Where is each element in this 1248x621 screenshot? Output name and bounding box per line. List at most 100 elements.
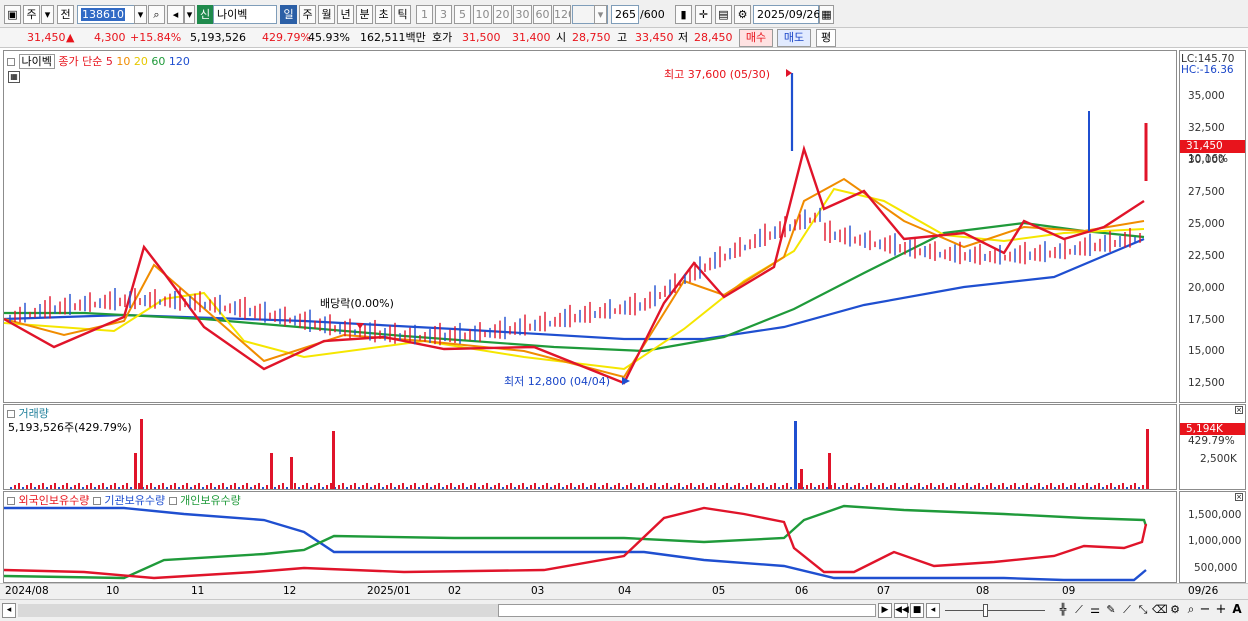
volume-bar	[522, 483, 524, 489]
volume-bar	[594, 483, 596, 489]
volume-bar	[42, 483, 44, 489]
volume-bar	[570, 483, 572, 489]
volume-bar	[322, 487, 324, 489]
tab-minute[interactable]: 분	[356, 5, 373, 24]
scroll-thumb[interactable]	[498, 604, 876, 617]
close-icon[interactable]: ×	[1235, 493, 1243, 501]
avg-button[interactable]: 평	[816, 29, 836, 47]
erase-icon[interactable]: ⌫	[1152, 603, 1168, 618]
speed-slider[interactable]	[945, 610, 1045, 611]
volume-bar	[634, 487, 636, 489]
last-volume-pct: 429.79%	[1188, 435, 1235, 447]
fibo-icon[interactable]: ⚌	[1088, 603, 1102, 618]
up-arrow-icon: ▲	[66, 31, 75, 44]
minute-10[interactable]: 10	[473, 5, 492, 24]
chevron-down-icon[interactable]: ▾	[184, 5, 195, 24]
volume-bar	[266, 485, 268, 489]
volume-bar	[242, 485, 244, 489]
crosshair-icon[interactable]: ✛	[695, 5, 712, 24]
tab-second[interactable]: 초	[375, 5, 392, 24]
chevron-down-icon[interactable]: ▾	[134, 5, 147, 24]
minute-1[interactable]: 1	[416, 5, 433, 24]
font-size-icon[interactable]: A	[1230, 603, 1244, 618]
buy-button[interactable]: 매수	[739, 29, 773, 47]
volume-bar	[934, 487, 936, 489]
zoom-icon[interactable]: ⌕	[1184, 603, 1198, 618]
zoom-out-icon[interactable]: −	[1198, 603, 1212, 618]
crosshair-icon[interactable]: ╬	[1056, 603, 1070, 618]
volume-bar	[1070, 485, 1072, 489]
calendar-icon[interactable]: ▦	[819, 5, 834, 24]
volume-bar	[234, 483, 236, 489]
chart-toolbar: ▣ 주 ▾ 전 138610 ▾ ⌕ ◂ ▾ 신 나이벡 일 주 월 년 분 초…	[0, 0, 1248, 28]
volume-spike-bar	[1146, 429, 1149, 489]
settings-icon[interactable]: ⚙	[1168, 603, 1182, 618]
volume-bar	[986, 485, 988, 489]
period-selector[interactable]: 주	[23, 5, 40, 24]
volume-bar	[1006, 487, 1008, 489]
bar-count-input[interactable]: 265	[611, 5, 639, 24]
volume-bar	[222, 483, 224, 489]
tab-year[interactable]: 년	[337, 5, 354, 24]
price-change-pct: +15.84%	[130, 31, 182, 44]
volume-spike-bar	[332, 431, 335, 489]
volume-bar	[102, 483, 104, 489]
volume-bar	[226, 487, 228, 489]
volume-bar	[294, 483, 296, 489]
volume-bar	[370, 487, 372, 489]
zoom-in-icon[interactable]: +	[1214, 603, 1228, 618]
line-tool-icon[interactable]: ⟋	[1072, 603, 1086, 618]
sell-button[interactable]: 매도	[777, 29, 811, 47]
volume-bar	[870, 483, 872, 489]
minute-20[interactable]: 20	[493, 5, 512, 24]
tab-month[interactable]: 월	[318, 5, 335, 24]
save-icon[interactable]: ▤	[715, 5, 732, 24]
candle-icon[interactable]: ▮	[675, 5, 692, 24]
chevron-down-icon[interactable]: ▾	[41, 5, 54, 24]
date-input[interactable]: 2025/09/26	[753, 5, 820, 24]
tab-week[interactable]: 주	[299, 5, 316, 24]
minute-3[interactable]: 3	[435, 5, 452, 24]
volume-bar	[1002, 483, 1004, 489]
volume-bar	[622, 487, 624, 489]
speaker-icon[interactable]: ◂	[167, 5, 184, 24]
date-label: 09/26	[1188, 585, 1219, 597]
prev-button[interactable]: 전	[57, 5, 74, 24]
stock-code-input[interactable]: 138610	[77, 5, 135, 24]
trend-icon[interactable]: ⤡	[1136, 603, 1150, 618]
scroll-left-icon[interactable]: ◂	[2, 603, 16, 618]
minute-120[interactable]: 120	[553, 5, 571, 24]
volume-bar	[254, 485, 256, 489]
pattern-icon[interactable]: ⟋	[1120, 603, 1134, 618]
step-back-icon[interactable]: ◂	[926, 603, 940, 618]
volume-bar	[298, 487, 300, 489]
volume-bar	[346, 487, 348, 489]
volume-bar	[1114, 487, 1116, 489]
close-icon[interactable]: ×	[1235, 406, 1243, 414]
volume-spike-bar	[828, 453, 831, 489]
stock-name-field[interactable]: 나이벡	[213, 5, 277, 24]
last-price-pct: 10.16%	[1188, 153, 1229, 165]
dividend-annotation: 배당락(0.00%)	[320, 297, 394, 310]
volume-bar	[990, 483, 992, 489]
rewind-icon[interactable]: ◀◀	[894, 603, 909, 618]
search-icon[interactable]: ⌕	[148, 5, 165, 24]
scroll-track[interactable]	[18, 604, 498, 617]
tab-day[interactable]: 일	[280, 5, 297, 24]
moving-average-line	[4, 187, 1145, 371]
tab-tick[interactable]: 틱	[394, 5, 411, 24]
volume-bar	[1034, 485, 1036, 489]
minute-30[interactable]: 30	[513, 5, 532, 24]
stop-icon[interactable]: ■	[910, 603, 924, 618]
play-icon[interactable]: ▶	[878, 603, 892, 618]
speed-slider-handle[interactable]	[983, 604, 988, 617]
gear-icon[interactable]: ⚙	[734, 5, 751, 24]
chevron-down-icon[interactable]: ▾	[594, 5, 607, 24]
minute-60[interactable]: 60	[533, 5, 552, 24]
minute-5[interactable]: 5	[454, 5, 471, 24]
volume-bar	[818, 485, 820, 489]
volume-bar	[890, 485, 892, 489]
window-icon[interactable]: ▣	[4, 5, 21, 24]
volume-bar	[1102, 487, 1104, 489]
draw-icon[interactable]: ✎	[1104, 603, 1118, 618]
